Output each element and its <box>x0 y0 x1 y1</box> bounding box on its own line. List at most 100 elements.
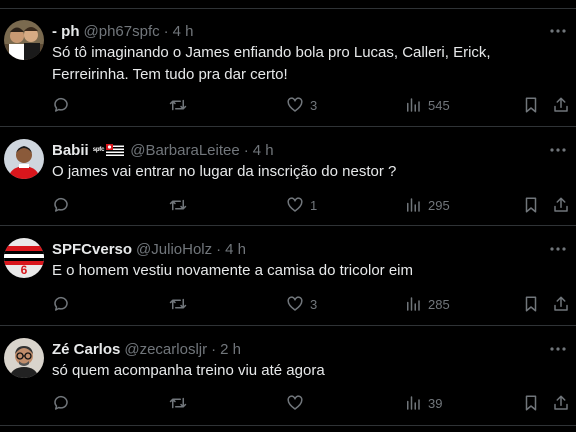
view-count: 39 <box>428 395 443 411</box>
retweet-button[interactable] <box>168 95 188 115</box>
reply-tweet[interactable]: Babii spfc @BarbaraLeitee · 4 h O james … <box>0 128 576 226</box>
heart-icon <box>287 296 303 311</box>
user-handle[interactable]: @zecarlosljr <box>124 341 207 358</box>
tweet-text: O james vai entrar no lugar da inscrição… <box>52 163 397 180</box>
heart-icon <box>287 97 303 112</box>
jersey-number-6-avatar-icon: 6 <box>4 238 44 278</box>
bookmark-icon <box>525 296 537 312</box>
share-button[interactable] <box>552 294 570 314</box>
action-bar: 3 545 <box>52 95 576 115</box>
display-name[interactable]: Babii <box>52 142 89 159</box>
bookmark-button[interactable] <box>522 294 540 314</box>
display-name[interactable]: SPFCverso <box>52 241 132 258</box>
display-name[interactable]: Zé Carlos <box>52 341 120 358</box>
user-handle[interactable]: @ph67spfc <box>84 23 160 40</box>
reply-tweet[interactable]: - ph @ph67spfc · 4 h Só tô imaginando o … <box>0 9 576 127</box>
tweet-header: Babii spfc @BarbaraLeitee · 4 h <box>52 140 274 160</box>
retweet-button[interactable] <box>168 294 188 314</box>
tweet-text: E o homem vestiu novamente a camisa do t… <box>52 262 413 279</box>
two-people-avatar-icon <box>4 20 44 60</box>
share-icon <box>554 97 568 112</box>
reply-icon <box>54 97 68 112</box>
heart-icon <box>287 197 303 212</box>
retweet-icon <box>169 99 187 111</box>
action-bar: 3 285 <box>52 294 576 314</box>
views-chart-icon <box>407 396 420 410</box>
user-handle[interactable]: @JulioHolz <box>136 241 212 258</box>
views-button[interactable]: 295 <box>404 195 450 215</box>
heart-icon <box>287 395 303 410</box>
name-badge: spfc <box>93 144 125 156</box>
retweet-button[interactable] <box>168 195 188 215</box>
like-count: 1 <box>310 197 318 213</box>
reply-tweet[interactable]: Zé Carlos @zecarlosljr · 2 h só quem aco… <box>0 327 576 426</box>
avatar[interactable]: 6 <box>4 238 44 278</box>
retweet-icon <box>169 298 187 310</box>
more-options-icon[interactable] <box>548 339 568 359</box>
like-button[interactable]: 3 <box>286 294 317 314</box>
separator-dot: · <box>211 340 217 358</box>
views-chart-icon <box>407 297 420 311</box>
sao-paulo-flag-icon <box>106 144 125 156</box>
reply-icon <box>54 395 68 410</box>
man-with-glasses-avatar-icon <box>4 338 44 378</box>
action-bar: 39 <box>52 393 576 413</box>
like-count: 3 <box>310 97 318 113</box>
views-button[interactable]: 39 <box>404 393 442 413</box>
more-options-icon[interactable] <box>548 140 568 160</box>
action-bar: 1 295 <box>52 195 576 215</box>
like-button[interactable] <box>286 393 310 413</box>
reply-icon <box>54 296 68 311</box>
share-button[interactable] <box>552 95 570 115</box>
avatar[interactable] <box>4 338 44 378</box>
separator-dot: · <box>216 240 222 258</box>
like-count: 3 <box>310 296 318 312</box>
share-button[interactable] <box>552 195 570 215</box>
tweet-text: Só tô imaginando o James enfiando bola p… <box>52 44 491 83</box>
retweet-button[interactable] <box>168 393 188 413</box>
share-button[interactable] <box>552 393 570 413</box>
reply-tweet[interactable]: 6 SPFCverso @JulioHolz · 4 h E o homem v… <box>0 227 576 326</box>
more-options-icon[interactable] <box>548 21 568 41</box>
like-button[interactable]: 3 <box>286 95 317 115</box>
user-handle[interactable]: @BarbaraLeitee <box>130 142 239 159</box>
view-count: 295 <box>428 197 450 213</box>
avatar[interactable] <box>4 139 44 179</box>
timestamp[interactable]: 4 h <box>253 142 274 159</box>
separator-dot: · <box>163 22 169 40</box>
tweet-header: - ph @ph67spfc · 4 h <box>52 21 193 41</box>
separator-dot: · <box>243 141 249 159</box>
views-chart-icon <box>407 98 420 112</box>
timestamp[interactable]: 4 h <box>225 241 246 258</box>
more-options-icon[interactable] <box>548 239 568 259</box>
avatar[interactable] <box>4 20 44 60</box>
reply-button[interactable] <box>52 195 70 215</box>
bookmark-button[interactable] <box>522 195 540 215</box>
reply-button[interactable] <box>52 95 70 115</box>
spfc-badge-text: spfc <box>92 147 105 153</box>
reply-button[interactable] <box>52 294 70 314</box>
like-button[interactable]: 1 <box>286 195 317 215</box>
timestamp[interactable]: 2 h <box>220 341 241 358</box>
share-icon <box>554 395 568 410</box>
retweet-icon <box>169 199 187 211</box>
share-icon <box>554 197 568 212</box>
tweet-header: Zé Carlos @zecarlosljr · 2 h <box>52 339 241 359</box>
views-chart-icon <box>407 198 420 212</box>
view-count: 545 <box>428 97 450 113</box>
timestamp[interactable]: 4 h <box>173 23 194 40</box>
view-count: 285 <box>428 296 450 312</box>
reply-button[interactable] <box>52 393 70 413</box>
bookmark-button[interactable] <box>522 95 540 115</box>
views-button[interactable]: 285 <box>404 294 450 314</box>
bookmark-icon <box>525 395 537 411</box>
share-icon <box>554 296 568 311</box>
views-button[interactable]: 545 <box>404 95 450 115</box>
tweet-text: só quem acompanha treino viu até agora <box>52 362 325 379</box>
display-name[interactable]: - ph <box>52 23 80 40</box>
retweet-icon <box>169 397 187 409</box>
red-jersey-player-avatar-icon <box>4 139 44 179</box>
tweet-header: SPFCverso @JulioHolz · 4 h <box>52 239 246 259</box>
reply-icon <box>54 197 68 212</box>
bookmark-button[interactable] <box>522 393 540 413</box>
